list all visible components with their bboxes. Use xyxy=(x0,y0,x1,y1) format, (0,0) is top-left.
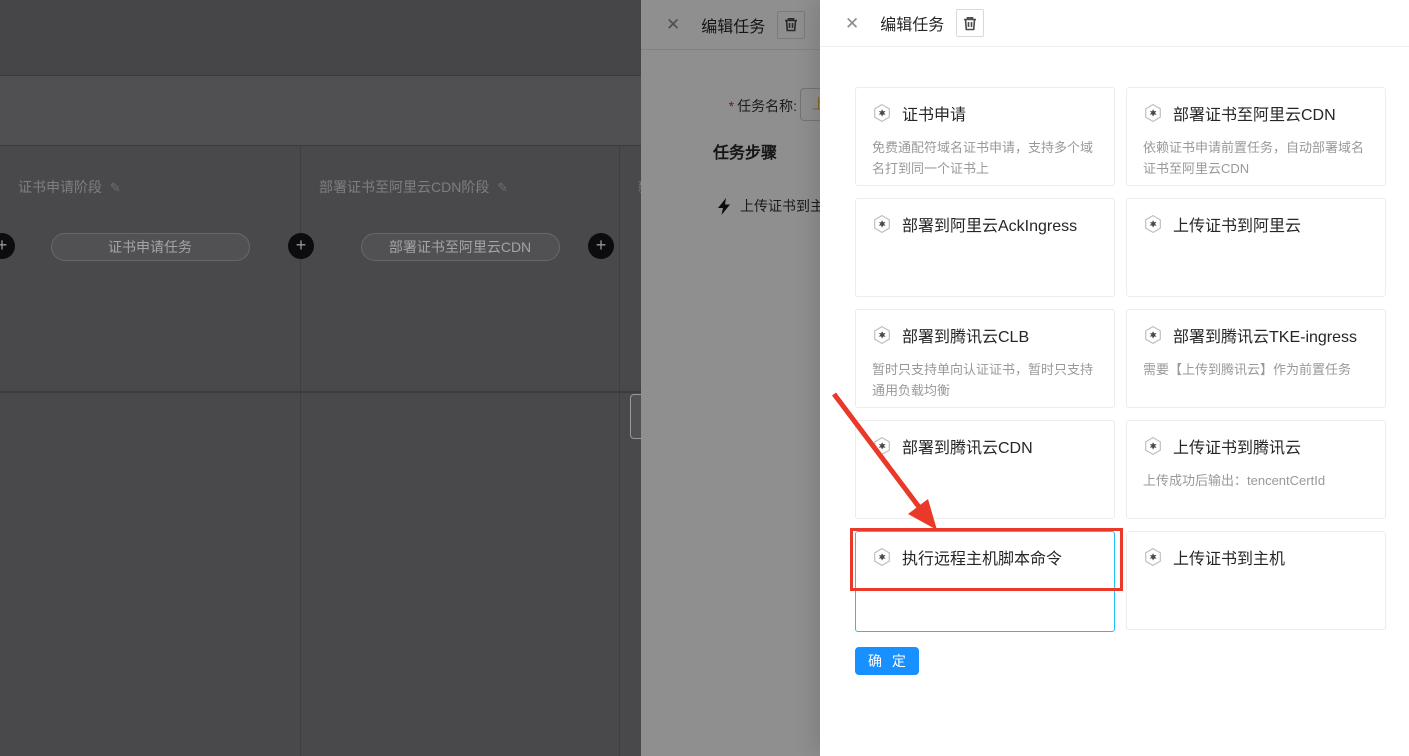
trash-icon xyxy=(784,17,798,32)
plugin-name: 部署到腾讯云CDN xyxy=(902,434,1033,458)
plugin-name: 证书申请 xyxy=(902,101,966,125)
plugin-card[interactable]: 部署到腾讯云CLB 暂时只支持单向认证证书，暂时只支持通用负载均衡 xyxy=(855,309,1115,408)
plugin-name: 上传证书到主机 xyxy=(1173,545,1285,569)
plugin-card[interactable]: 部署到腾讯云TKE-ingress 需要【上传到腾讯云】作为前置任务 xyxy=(1126,309,1386,408)
close-icon[interactable]: ✕ xyxy=(845,15,859,32)
plugin-card[interactable]: 部署证书至阿里云CDN 依赖证书申请前置任务，自动部署域名证书至阿里云CDN xyxy=(1126,87,1386,186)
stage-column: 证书申请阶段 ✎ 证书申请任务 xyxy=(0,146,301,756)
plugin-description: 上传成功后输出：tencentCertId xyxy=(1143,470,1369,491)
plugin-card[interactable]: 上传证书到主机 xyxy=(1126,531,1386,630)
app-screen: 证书申请阶段 ✎ 证书申请任务 部署证书至阿里云CDN阶段 ✎ 部署证书至阿里云… xyxy=(0,0,1409,756)
edit-task-drawer-active: ✕ 编辑任务 证书申请 免费通配符域名证书申请，支持多个域名打到同一个证书上 部… xyxy=(820,0,1409,756)
plugin-description: 免费通配符域名证书申请，支持多个域名打到同一个证书上 xyxy=(872,137,1098,179)
plugin-name: 上传证书到阿里云 xyxy=(1173,212,1301,236)
hexagon-plugin-icon xyxy=(872,325,892,345)
stage-title[interactable]: 部署证书至阿里云CDN阶段 ✎ xyxy=(319,177,508,197)
plugin-name: 部署到阿里云AckIngress xyxy=(902,212,1077,236)
task-name-label: *任务名称: xyxy=(641,96,797,116)
plugin-card[interactable]: 部署到腾讯云CDN xyxy=(855,420,1115,519)
task-pill[interactable]: 部署证书至阿里云CDN xyxy=(361,233,560,261)
lightning-bolt-icon xyxy=(718,198,731,215)
plugin-name: 执行远程主机脚本命令 xyxy=(902,545,1062,569)
plugin-grid: 证书申请 免费通配符域名证书申请，支持多个域名打到同一个证书上 部署证书至阿里云… xyxy=(855,87,1386,630)
hexagon-plugin-icon xyxy=(872,103,892,123)
pencil-edit-icon[interactable]: ✎ xyxy=(497,180,508,195)
plugin-name: 部署证书至阿里云CDN xyxy=(1173,101,1336,125)
drawer-title: 编辑任务 xyxy=(880,11,944,35)
plugin-card[interactable]: 上传证书到腾讯云 上传成功后输出：tencentCertId xyxy=(1126,420,1386,519)
required-asterisk: * xyxy=(729,98,734,114)
trash-icon xyxy=(963,16,977,31)
drawer-header: ✕ 编辑任务 xyxy=(820,0,1409,47)
plugin-name: 上传证书到腾讯云 xyxy=(1173,434,1301,458)
add-task-button[interactable]: + xyxy=(288,233,314,259)
stage-title[interactable]: 证书申请阶段 ✎ xyxy=(18,177,121,197)
plugin-card-selected[interactable]: 执行远程主机脚本命令 xyxy=(855,531,1115,632)
plugin-description: 暂时只支持单向认证证书，暂时只支持通用负载均衡 xyxy=(872,359,1098,401)
hexagon-plugin-icon xyxy=(1143,325,1163,345)
close-icon[interactable]: ✕ xyxy=(666,16,680,33)
stage-column: 部署证书至阿里云CDN阶段 ✎ 部署证书至阿里云CDN xyxy=(301,146,620,756)
plugin-card[interactable]: 证书申请 免费通配符域名证书申请，支持多个域名打到同一个证书上 xyxy=(855,87,1115,186)
stage-title-text: 部署证书至阿里云CDN阶段 xyxy=(319,179,489,195)
hexagon-plugin-icon xyxy=(872,214,892,234)
hexagon-plugin-icon xyxy=(872,436,892,456)
plugin-name: 部署到腾讯云TKE-ingress xyxy=(1173,323,1357,347)
add-task-button[interactable]: + xyxy=(588,233,614,259)
confirm-button[interactable]: 确 定 xyxy=(855,647,919,675)
plugin-description: 依赖证书申请前置任务，自动部署域名证书至阿里云CDN xyxy=(1143,137,1369,179)
delete-task-button[interactable] xyxy=(777,11,805,39)
hexagon-plugin-icon xyxy=(1143,436,1163,456)
pencil-edit-icon[interactable]: ✎ xyxy=(110,180,121,195)
delete-task-button[interactable] xyxy=(956,9,984,37)
plugin-name: 部署到腾讯云CLB xyxy=(902,323,1029,347)
drawer-title: 编辑任务 xyxy=(701,13,765,37)
plugin-card[interactable]: 上传证书到阿里云 xyxy=(1126,198,1386,297)
hexagon-plugin-icon xyxy=(1143,547,1163,567)
plugin-description: 需要【上传到腾讯云】作为前置任务 xyxy=(1143,359,1369,380)
hexagon-plugin-icon xyxy=(1143,103,1163,123)
hexagon-plugin-icon xyxy=(1143,214,1163,234)
task-steps-heading: 任务步骤 xyxy=(713,139,777,163)
plugin-card[interactable]: 部署到阿里云AckIngress xyxy=(855,198,1115,297)
stage-title-text: 证书申请阶段 xyxy=(18,179,102,195)
hexagon-plugin-icon xyxy=(872,547,892,567)
task-pill[interactable]: 证书申请任务 xyxy=(51,233,250,261)
